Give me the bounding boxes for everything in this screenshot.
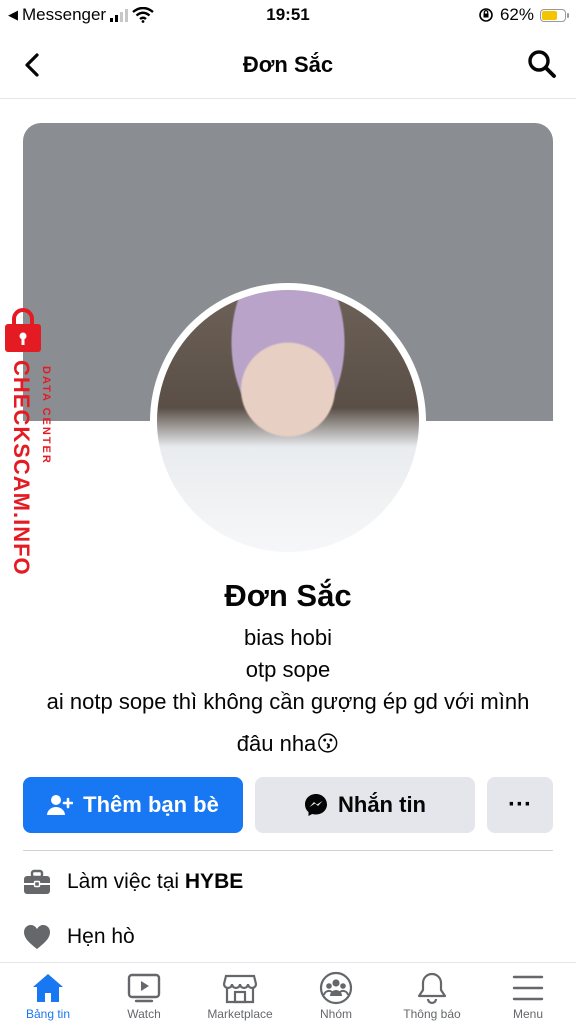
bio-line: ai notp sope thì không cần gượng ép gd v… xyxy=(46,689,530,714)
message-button[interactable]: Nhắn tin xyxy=(255,777,475,833)
profile-name: Đơn Sắc xyxy=(224,578,352,613)
page-title: Đơn Sắc xyxy=(242,52,334,77)
add-friend-icon xyxy=(47,795,74,815)
tab-label: Bảng tin xyxy=(25,1007,71,1021)
battery-icon xyxy=(540,8,569,22)
home-icon xyxy=(31,971,65,1005)
work-prefix: Làm việc tại xyxy=(67,870,185,893)
orientation-lock-icon xyxy=(479,8,493,22)
tab-groups[interactable]: Nhóm xyxy=(288,963,384,1025)
watch-icon xyxy=(127,971,161,1005)
work-info[interactable]: Làm việc tại HYBE xyxy=(23,862,243,902)
messenger-icon xyxy=(305,794,327,816)
watermark-brand: CHECKSCAM.INFO xyxy=(9,360,34,576)
marketplace-icon xyxy=(223,971,257,1005)
watermark: CHECKSCAM.INFO DATA CENTER xyxy=(4,308,64,588)
profile-avatar[interactable] xyxy=(157,290,419,552)
add-friend-label: Thêm bạn bè xyxy=(83,792,219,817)
work-place[interactable]: HYBE xyxy=(185,870,243,893)
message-label: Nhắn tin xyxy=(338,792,426,817)
tab-marketplace[interactable]: Marketplace xyxy=(192,963,288,1025)
bio-line: otp sope xyxy=(245,657,331,682)
tab-notifications[interactable]: Thông báo xyxy=(384,963,480,1025)
heart-icon xyxy=(23,923,51,951)
work-text: Làm việc tại HYBE xyxy=(67,870,243,894)
menu-icon xyxy=(511,971,545,1005)
bottom-tab-bar: Bảng tin Watch Marketplace Nhóm Thông bá… xyxy=(0,962,576,1025)
tab-label: Menu xyxy=(512,1007,544,1021)
briefcase-icon xyxy=(23,868,51,896)
bio-line: bias hobi xyxy=(243,625,333,650)
groups-icon xyxy=(319,971,353,1005)
lock-icon xyxy=(5,308,41,352)
more-options-button[interactable]: ··· xyxy=(487,777,553,833)
more-icon: ··· xyxy=(508,791,532,818)
tab-watch[interactable]: Watch xyxy=(96,963,192,1025)
battery-percent: 62% xyxy=(499,5,534,24)
profile-header: Đơn Sắc xyxy=(0,34,576,99)
dating-info[interactable]: Hẹn hò xyxy=(23,917,135,957)
watermark-subtitle: DATA CENTER xyxy=(40,366,52,465)
tab-label: Marketplace xyxy=(207,1007,273,1021)
bio-line: đâu nha😗 xyxy=(236,731,340,756)
dating-text: Hẹn hò xyxy=(67,925,135,948)
status-bar: ◀ Messenger 19:51 62% xyxy=(0,0,576,30)
search-icon[interactable] xyxy=(526,48,558,80)
profile-bio: bias hobi otp sope ai notp sope thì khôn… xyxy=(0,622,576,760)
tab-label: Watch xyxy=(127,1007,161,1021)
tab-label: Thông báo xyxy=(403,1007,461,1021)
bell-icon xyxy=(415,971,449,1005)
divider xyxy=(23,850,553,851)
tab-menu[interactable]: Menu xyxy=(480,963,576,1025)
tab-news-feed[interactable]: Bảng tin xyxy=(0,963,96,1025)
tab-label: Nhóm xyxy=(319,1007,352,1021)
add-friend-button[interactable]: Thêm bạn bè xyxy=(23,777,243,833)
